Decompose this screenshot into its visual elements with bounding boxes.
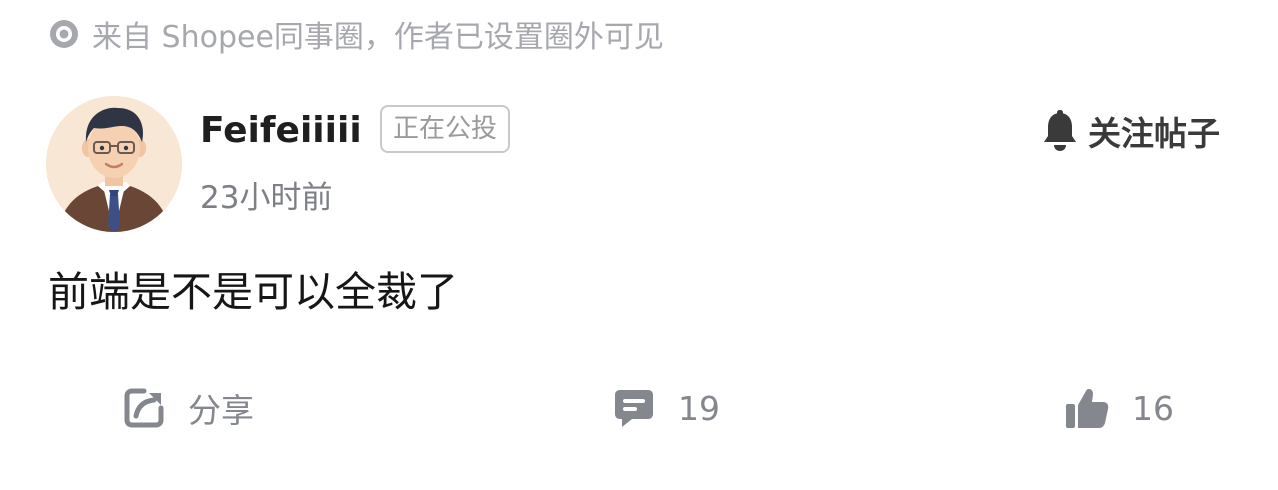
author-name[interactable]: Feifeiiiii [200,106,362,156]
follow-post-label: 关注帖子 [1088,114,1220,153]
avatar[interactable] [46,96,182,232]
comment-icon [612,386,656,430]
post-source-text: 来自 Shopee同事圈，作者已设置圈外可见 [92,20,664,55]
post-timestamp: 23小时前 [200,180,333,216]
follow-post-button[interactable]: 关注帖子 [1040,106,1220,156]
circle-dot-icon [48,18,80,50]
post-content: 前端是不是可以全裁了 [48,268,458,316]
thumbs-up-icon [1064,385,1110,431]
post-source-line: 来自 Shopee同事圈，作者已设置圈外可见 [48,12,664,56]
like-count: 16 [1132,388,1174,428]
status-badge: 正在公投 [380,105,511,153]
comment-count: 19 [678,388,720,428]
like-button[interactable]: 16 [1064,380,1174,436]
share-button[interactable]: 分享 [122,380,254,436]
bell-icon [1040,109,1080,153]
share-icon [122,386,166,430]
share-label: 分享 [188,391,254,430]
comment-button[interactable]: 19 [612,380,720,436]
